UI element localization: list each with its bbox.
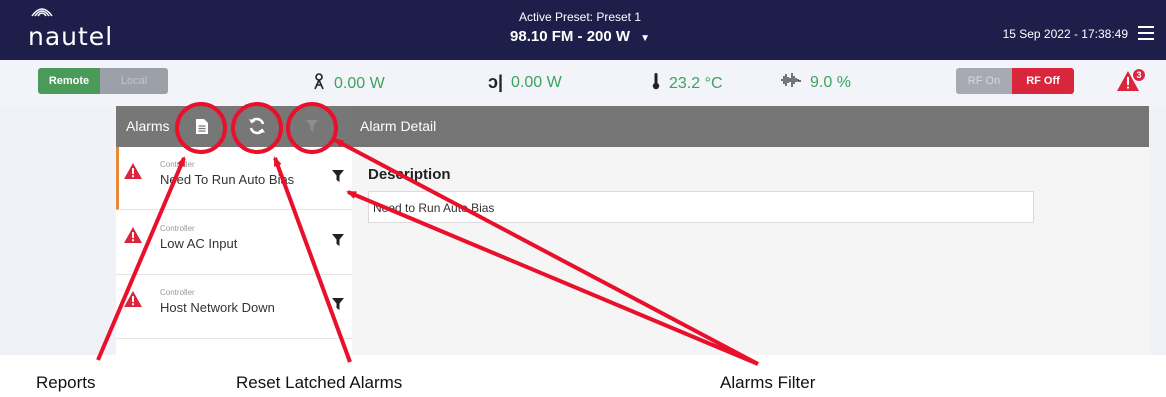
description-field[interactable]: Need to Run Auto Bias [368, 191, 1034, 223]
reflected-power-metric: ↄ| 0.00 W [488, 72, 562, 93]
alarm-category: Controller [160, 288, 195, 297]
report-icon[interactable] [190, 114, 214, 138]
hamburger-menu-icon[interactable] [1138, 26, 1154, 44]
preset-value: 98.10 FM - 200 W [510, 28, 631, 45]
description-label: Description [368, 166, 451, 183]
alarm-name: Need To Run Auto Bias [160, 172, 295, 187]
status-bar: Remote Local 0.00 W ↄ| 0.00 W 23.2 °C 9.… [0, 60, 1166, 106]
datetime: 15 Sep 2022 - 17:38:49 [1002, 27, 1128, 41]
alarm-list-item-0[interactable]: Controller Need To Run Auto Bias [116, 147, 352, 210]
filter-icon[interactable] [331, 233, 345, 247]
temperature-metric: 23.2 °C [651, 72, 723, 95]
rf-off-option[interactable]: RF Off [1012, 68, 1074, 94]
warning-icon [124, 163, 142, 179]
preset-selector[interactable]: Active Preset: Preset 1 98.10 FM - 200 W… [440, 10, 720, 45]
alarm-list-item-1[interactable]: Controller Low AC Input [116, 211, 352, 275]
alarm-category: Controller [160, 224, 195, 233]
forward-power-value: 0.00 W [334, 74, 385, 92]
filter-icon[interactable] [331, 297, 345, 311]
rf-on-option[interactable]: RF On [956, 68, 1012, 94]
modulation-metric: 9.0 % [780, 72, 851, 93]
alarm-detail-body: Description Need to Run Auto Bias [352, 147, 1149, 355]
modulation-value: 9.0 % [810, 73, 851, 91]
app-window: nautel Active Preset: Preset 1 98.10 FM … [0, 0, 1166, 355]
alarm-list: Controller Need To Run Auto Bias Control… [116, 147, 352, 355]
reflected-power-value: 0.00 W [511, 73, 562, 91]
alarms-title: Alarms [126, 118, 170, 134]
alarm-detail-header: Alarm Detail [352, 106, 1149, 147]
alarm-count: 3 [1136, 70, 1141, 80]
reset-caption: Reset Latched Alarms [236, 373, 403, 392]
alarm-badge-icon[interactable]: 3 [1116, 68, 1148, 94]
top-bar: nautel Active Preset: Preset 1 98.10 FM … [0, 0, 1166, 60]
warning-icon [124, 291, 142, 307]
rf-toggle[interactable]: RF On RF Off [956, 68, 1074, 94]
preset-label: Active Preset: Preset 1 [518, 10, 642, 24]
logo-text: nautel [28, 22, 114, 51]
waveform-icon [780, 72, 802, 93]
antenna-icon [312, 72, 326, 95]
alarm-detail-title: Alarm Detail [360, 118, 437, 134]
remote-option[interactable]: Remote [38, 68, 100, 94]
local-option[interactable]: Local [100, 68, 168, 94]
temperature-value: 23.2 °C [669, 74, 723, 92]
reports-caption: Reports [36, 373, 96, 392]
filter-icon[interactable] [331, 169, 345, 183]
remote-local-toggle[interactable]: Remote Local [38, 68, 168, 94]
filter-icon[interactable] [300, 114, 324, 138]
forward-power-metric: 0.00 W [312, 72, 385, 95]
alarms-panel: Alarms Alarm Detail Controller Need To R… [116, 106, 1149, 355]
refresh-icon[interactable] [245, 114, 269, 138]
alarm-list-item-2[interactable]: Controller Host Network Down [116, 275, 352, 339]
alarm-name: Host Network Down [160, 300, 275, 315]
alarms-header: Alarms [116, 106, 352, 147]
thermometer-icon [651, 72, 661, 95]
chevron-down-icon[interactable]: ▼ [640, 33, 650, 44]
alarm-name: Low AC Input [160, 236, 238, 251]
warning-icon [124, 227, 142, 243]
reflected-power-icon: ↄ| [488, 72, 504, 92]
filter-caption: Alarms Filter [720, 373, 816, 392]
alarm-category: Controller [160, 160, 195, 169]
nautel-logo-icon [31, 8, 53, 17]
